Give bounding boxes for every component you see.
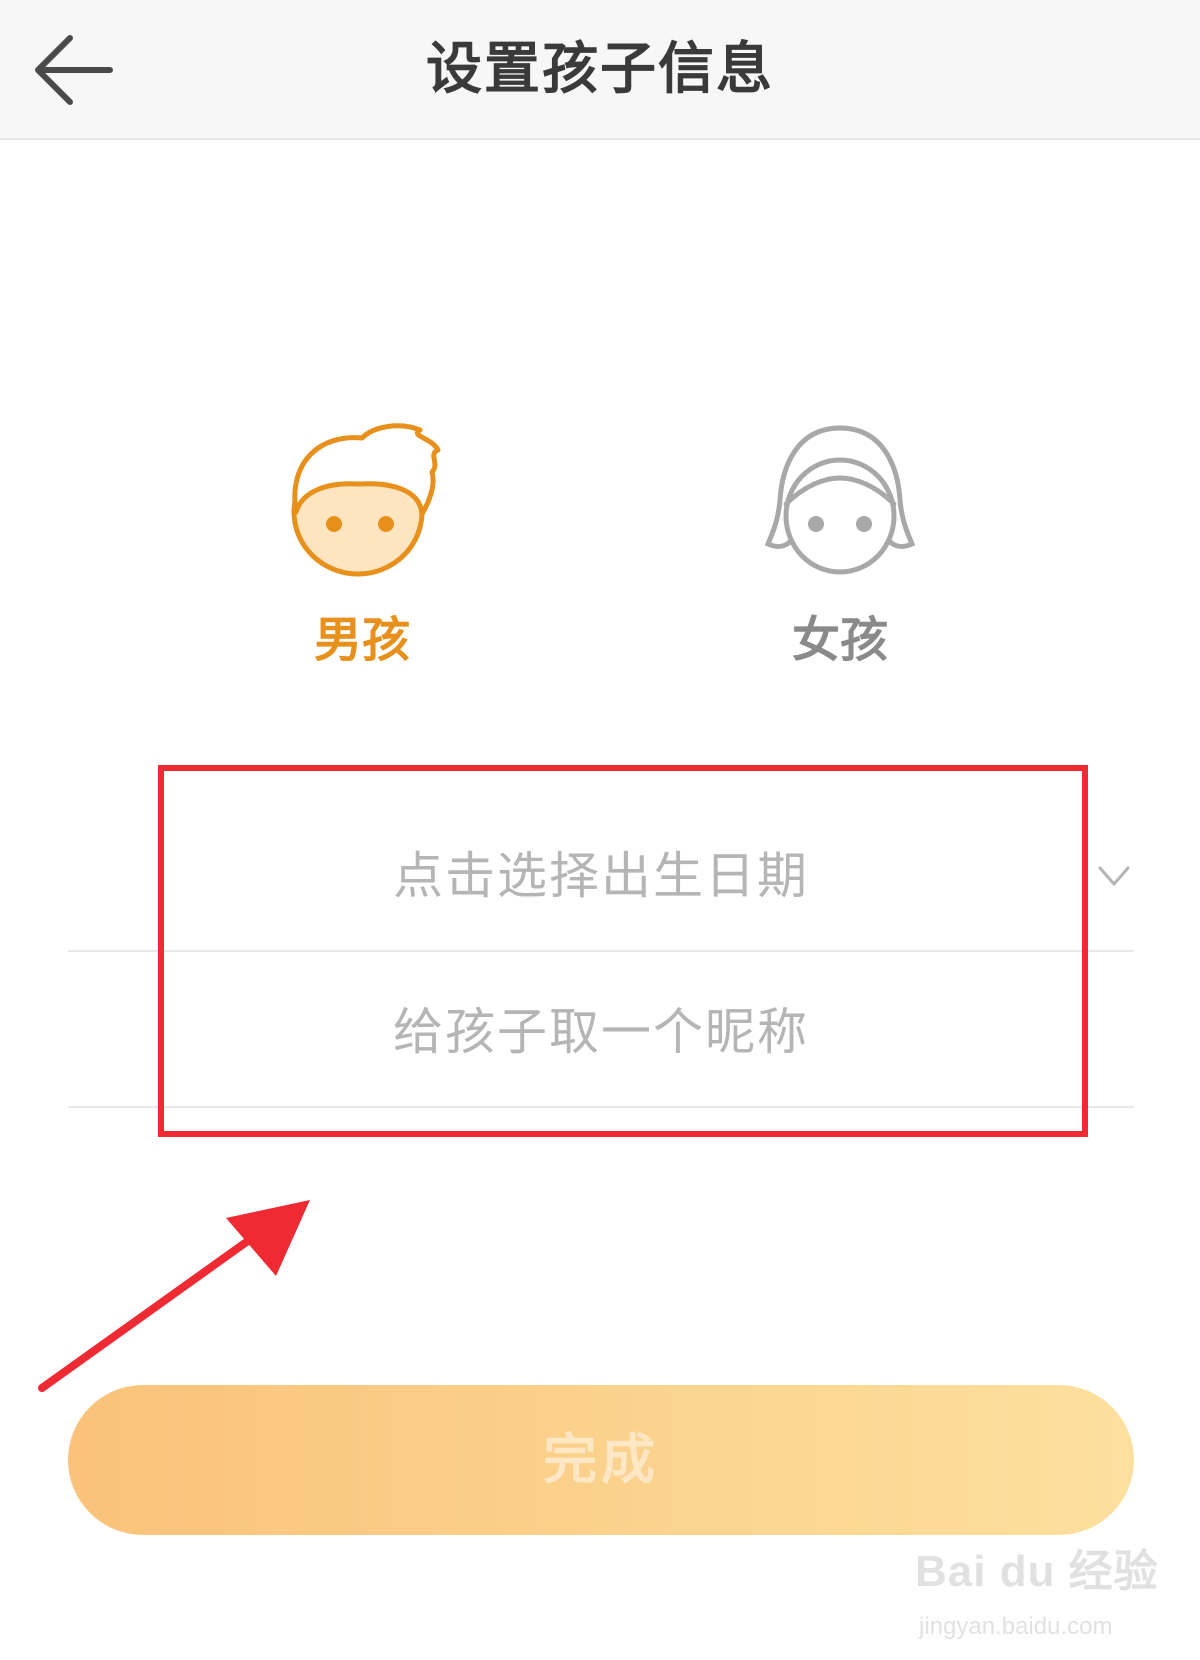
birthdate-placeholder: 点击选择出生日期 (393, 847, 809, 905)
boy-face-icon (291, 423, 441, 577)
birthdate-selector[interactable]: 点击选择出生日期 (68, 802, 1134, 952)
nickname-input[interactable] (68, 958, 1134, 1106)
chevron-down-icon (1098, 866, 1130, 886)
baidu-jingyan-watermark: Bai du 经验 jingyan.baidu.com (915, 1535, 1185, 1655)
done-button-label: 完成 (543, 1428, 659, 1491)
gender-label-boy: 男孩 (313, 612, 410, 668)
done-button[interactable]: 完成 (68, 1385, 1134, 1535)
watermark-url: jingyan.baidu.com (919, 1613, 1113, 1640)
annotation-arrow-icon (38, 1200, 310, 1392)
girl-face-icon (764, 425, 916, 575)
gender-label-girl: 女孩 (791, 612, 888, 668)
nickname-row (68, 958, 1134, 1108)
gender-option-girl[interactable]: 女孩 (720, 420, 960, 680)
page-title: 设置孩子信息 (426, 37, 774, 102)
gender-option-boy[interactable]: 男孩 (242, 420, 482, 680)
watermark-logo: Bai du 经验 (915, 1547, 1159, 1596)
top-navigation-bar: 设置孩子信息 (0, 0, 1200, 140)
